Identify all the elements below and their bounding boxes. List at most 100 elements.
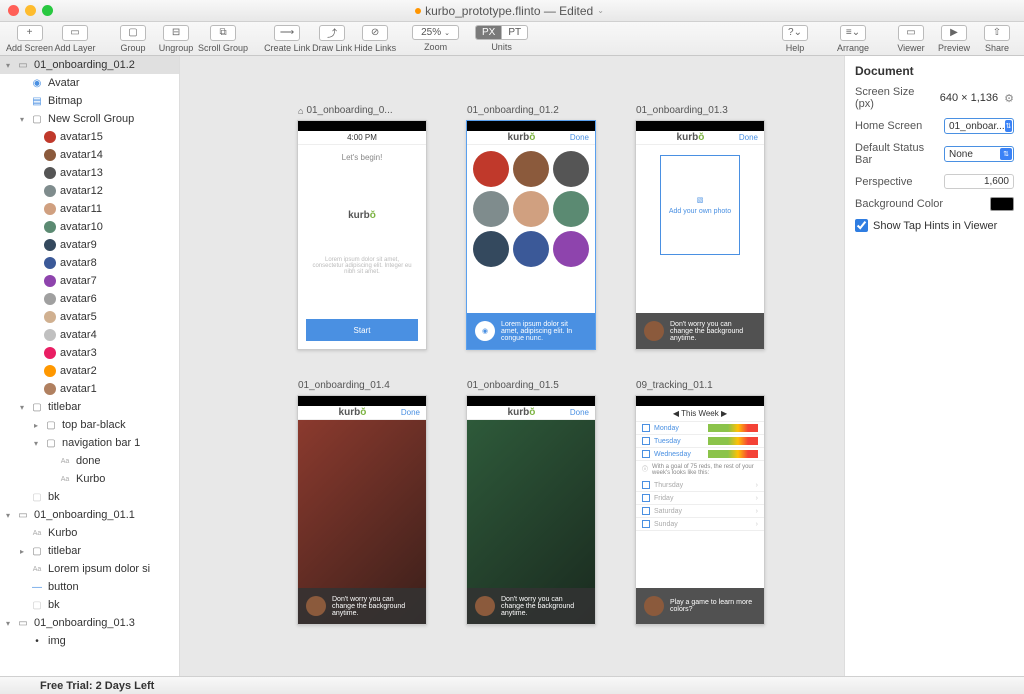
day-checkbox-icon[interactable]: [642, 424, 650, 432]
artboard-label[interactable]: 01_onboarding_01.2: [467, 105, 559, 116]
artboard[interactable]: 01_onboarding_01.5kurbŏDoneDon't worry y…: [466, 395, 596, 625]
layer-item[interactable]: avatar10: [0, 218, 179, 236]
layer-label: img: [48, 635, 66, 647]
layer-item[interactable]: avatar5: [0, 308, 179, 326]
layer-item[interactable]: AaLorem ipsum dolor si: [0, 560, 179, 578]
disclosure-icon[interactable]: ▾: [32, 439, 40, 448]
add-layer-button[interactable]: ▭Add Layer: [54, 25, 96, 53]
window-title: kurbo_prototype.flinto — Edited ⌄: [53, 4, 966, 18]
screen-size-value: 640 × 1,136: [940, 92, 998, 104]
layer-item[interactable]: ◉Avatar: [0, 74, 179, 92]
layer-item[interactable]: ▾▢navigation bar 1: [0, 434, 179, 452]
home-screen-select[interactable]: 01_onboar...⇅: [944, 118, 1014, 134]
layer-item[interactable]: ▤Bitmap: [0, 92, 179, 110]
layer-label: avatar5: [60, 311, 97, 323]
select-arrows-icon: ⇅: [1000, 148, 1012, 160]
title-chevron-icon[interactable]: ⌄: [597, 6, 604, 15]
layer-item[interactable]: ▢bk: [0, 596, 179, 614]
layer-item[interactable]: avatar7: [0, 272, 179, 290]
layer-item[interactable]: avatar3: [0, 344, 179, 362]
perspective-input[interactable]: 1,600: [944, 174, 1014, 189]
canvas-area[interactable]: ⌂01_onboarding_0...4:00 PMLet's begin!ku…: [180, 56, 844, 676]
draw-link-button[interactable]: ⤴Draw Link: [311, 25, 353, 53]
status-bar-select[interactable]: None⇅: [944, 146, 1014, 162]
layer-item[interactable]: AaKurbo: [0, 524, 179, 542]
help-button[interactable]: ?⌄Help: [774, 25, 816, 53]
scroll-group-button[interactable]: ⧉Scroll Group: [198, 25, 248, 53]
tap-hints-checkbox[interactable]: [855, 219, 868, 232]
disclosure-icon[interactable]: ▾: [18, 403, 26, 412]
zoom-window-button[interactable]: [42, 5, 53, 16]
artboard[interactable]: 01_onboarding_01.3kurbŏDone▧Add your own…: [635, 120, 765, 350]
layer-label: avatar10: [60, 221, 103, 233]
layer-label: avatar3: [60, 347, 97, 359]
bg-color-swatch[interactable]: [990, 197, 1014, 211]
layer-item[interactable]: •img: [0, 632, 179, 650]
layer-item[interactable]: avatar8: [0, 254, 179, 272]
artboard[interactable]: 09_tracking_01.1◀ This Week ▶MondayTuesd…: [635, 395, 765, 625]
artboard[interactable]: 01_onboarding_01.2kurbŏDone◉Lorem ipsum …: [466, 120, 596, 350]
layer-item[interactable]: —button: [0, 578, 179, 596]
day-checkbox-icon[interactable]: [642, 437, 650, 445]
layer-item[interactable]: ▾▭01_onboarding_01.2: [0, 56, 179, 74]
artboard-label[interactable]: 09_tracking_01.1: [636, 380, 713, 391]
layer-item[interactable]: AaKurbo: [0, 470, 179, 488]
zoom-control[interactable]: 25%⌄ Zoom: [412, 25, 459, 52]
disclosure-icon[interactable]: ▾: [4, 511, 12, 520]
artboard-label[interactable]: 01_onboarding_01.5: [467, 380, 559, 391]
viewer-button[interactable]: ▭Viewer: [890, 25, 932, 53]
layer-item[interactable]: ▾▢New Scroll Group: [0, 110, 179, 128]
layer-item[interactable]: ▸▢titlebar: [0, 542, 179, 560]
share-button[interactable]: ⇧Share: [976, 25, 1018, 53]
ungroup-button[interactable]: ⊟Ungroup: [155, 25, 197, 53]
layer-item[interactable]: avatar12: [0, 182, 179, 200]
layer-item[interactable]: avatar6: [0, 290, 179, 308]
layer-item[interactable]: avatar14: [0, 146, 179, 164]
layer-item[interactable]: avatar2: [0, 362, 179, 380]
layer-item[interactable]: avatar13: [0, 164, 179, 182]
minimize-window-button[interactable]: [25, 5, 36, 16]
layer-label: done: [76, 455, 100, 467]
units-px-button[interactable]: PX: [476, 26, 502, 39]
day-checkbox-icon[interactable]: [642, 450, 650, 458]
arrange-button[interactable]: ≡⌄Arrange: [832, 25, 874, 53]
layer-item[interactable]: ▸▢top bar-black: [0, 416, 179, 434]
layer-item[interactable]: avatar4: [0, 326, 179, 344]
preview-button[interactable]: ▶Preview: [933, 25, 975, 53]
disclosure-icon[interactable]: ▾: [4, 61, 12, 70]
artboard-label[interactable]: ⌂01_onboarding_0...: [298, 105, 393, 116]
screen-size-gear-icon[interactable]: ⚙: [1004, 92, 1014, 105]
layer-item[interactable]: ▾▢titlebar: [0, 398, 179, 416]
layer-item[interactable]: Aadone: [0, 452, 179, 470]
layer-label: avatar8: [60, 257, 97, 269]
group-button[interactable]: ▢Group: [112, 25, 154, 53]
disclosure-icon[interactable]: ▸: [32, 421, 40, 430]
artboard-label[interactable]: 01_onboarding_01.3: [636, 105, 728, 116]
layer-item[interactable]: ▾▭01_onboarding_01.1: [0, 506, 179, 524]
layer-item[interactable]: avatar1: [0, 380, 179, 398]
layer-item[interactable]: ▢bk: [0, 488, 179, 506]
artboard[interactable]: ⌂01_onboarding_0...4:00 PMLet's begin!ku…: [297, 120, 427, 350]
day-checkbox-icon[interactable]: [642, 507, 650, 515]
create-link-button[interactable]: ⟶Create Link: [264, 25, 310, 53]
bitmap-icon: ▤: [30, 95, 44, 107]
layer-item[interactable]: avatar11: [0, 200, 179, 218]
day-checkbox-icon[interactable]: [642, 481, 650, 489]
layer-item[interactable]: avatar9: [0, 236, 179, 254]
add-screen-button[interactable]: +Add Screen: [6, 25, 53, 53]
artboard-label[interactable]: 01_onboarding_01.4: [298, 380, 390, 391]
units-pt-button[interactable]: PT: [502, 26, 527, 39]
day-checkbox-icon[interactable]: [642, 520, 650, 528]
layer-item[interactable]: avatar15: [0, 128, 179, 146]
line-icon: —: [30, 581, 44, 593]
disclosure-icon[interactable]: ▾: [4, 619, 12, 628]
disclosure-icon[interactable]: ▸: [18, 547, 26, 556]
day-checkbox-icon[interactable]: [642, 494, 650, 502]
disclosure-icon[interactable]: ▾: [18, 115, 26, 124]
hide-links-button[interactable]: ⊘Hide Links: [354, 25, 396, 53]
artboard[interactable]: 01_onboarding_01.4kurbŏDoneDon't worry y…: [297, 395, 427, 625]
layer-label: titlebar: [48, 545, 81, 557]
layers-sidebar[interactable]: ▾▭01_onboarding_01.2◉Avatar▤Bitmap▾▢New …: [0, 56, 180, 676]
layer-item[interactable]: ▾▭01_onboarding_01.3: [0, 614, 179, 632]
close-window-button[interactable]: [8, 5, 19, 16]
